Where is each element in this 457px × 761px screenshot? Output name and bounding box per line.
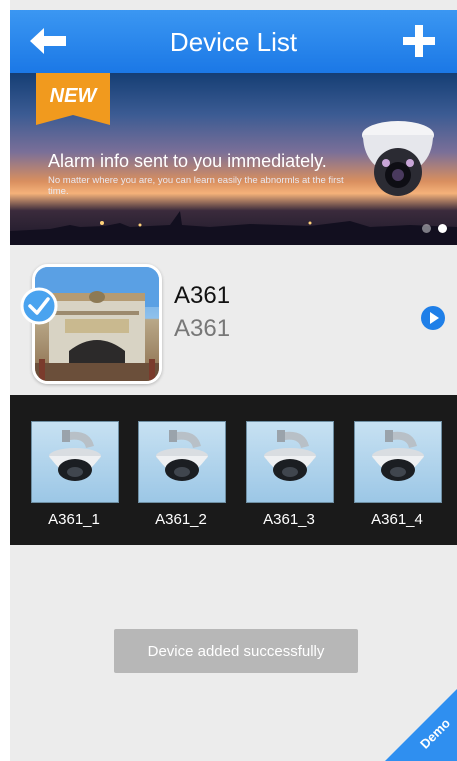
new-badge-label: NEW (49, 85, 97, 107)
channel-item-3[interactable]: A361_3 (246, 421, 334, 528)
dome-camera-icon (372, 430, 424, 481)
demo-corner-badge[interactable]: Demo (385, 689, 457, 761)
channel-label: A361_2 (155, 511, 207, 528)
device-name: A361 (174, 282, 231, 309)
screen: Device List NEW Alarm info sent to you i… (0, 0, 457, 761)
dome-camera-icon (156, 430, 208, 481)
carousel-dot-1[interactable] (422, 224, 431, 233)
channel-label: A361_4 (371, 511, 423, 528)
left-edge (0, 0, 10, 761)
selected-check-icon (20, 287, 58, 325)
channel-thumbnail (31, 421, 119, 503)
dome-camera-icon (49, 430, 101, 481)
carousel-dot-2[interactable] (438, 224, 447, 233)
channel-item-4[interactable]: A361_4 (354, 421, 442, 528)
channel-strip: A361_1 A361_2 A361_3 A361_4 (10, 395, 457, 545)
channel-item-2[interactable]: A361_2 (138, 421, 226, 528)
banner-subline: No matter where you are, you can learn e… (48, 175, 344, 197)
security-camera-icon (362, 121, 434, 196)
dome-camera-icon (264, 430, 316, 481)
channel-item-1[interactable]: A361_1 (31, 421, 119, 528)
toast-message: Device added successfully (114, 629, 358, 673)
promo-banner[interactable]: NEW Alarm info sent to you immediately. … (10, 73, 457, 245)
add-device-button[interactable] (403, 25, 435, 57)
channel-thumbnail (246, 421, 334, 503)
play-circle-icon[interactable] (421, 306, 445, 330)
app-window: Device List NEW Alarm info sent to you i… (10, 10, 457, 761)
plus-icon (403, 25, 435, 57)
device-list-item[interactable]: A361 A361 (10, 245, 457, 395)
channel-thumbnail (354, 421, 442, 503)
banner-headline: Alarm info sent to you immediately. (48, 151, 327, 171)
channel-label: A361_1 (48, 511, 100, 528)
page-title: Device List (169, 27, 298, 57)
device-subtitle: A361 (174, 315, 231, 342)
header-bar: Device List (10, 10, 457, 73)
channel-label: A361_3 (263, 511, 315, 528)
channel-thumbnail (138, 421, 226, 503)
